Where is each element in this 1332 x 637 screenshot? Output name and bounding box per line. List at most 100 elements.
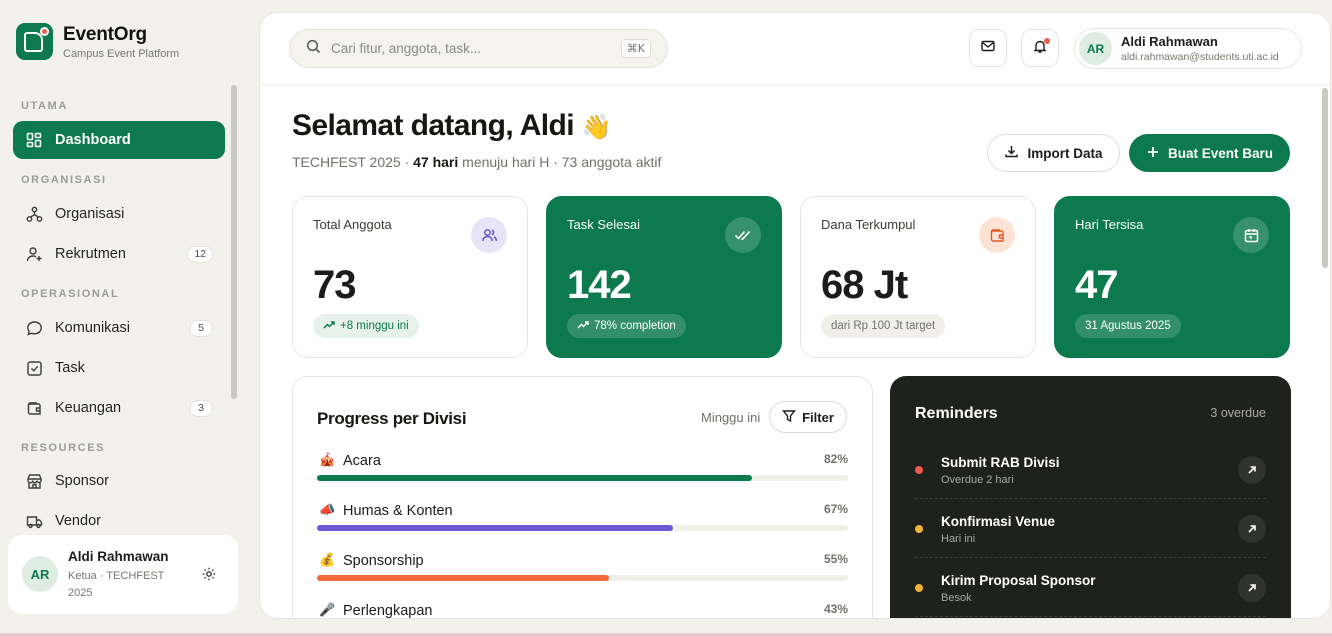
arrow-up-right-icon[interactable] (1238, 515, 1266, 543)
arrow-up-right-icon[interactable] (1238, 574, 1266, 602)
division-name: Humas & Konten (343, 503, 453, 519)
division-percent: 55% (823, 552, 848, 566)
status-dot (915, 466, 923, 474)
progress-row-perlengkapan[interactable]: 🎤 Perlengkapan 43% (317, 599, 848, 619)
stat-card-dana-terkumpul[interactable]: Dana Terkumpul 68 Jt dari Rp 100 Jt targ… (800, 196, 1036, 358)
main-scrollbar[interactable] (1322, 88, 1328, 268)
subtitle-days: 47 hari (413, 154, 459, 170)
wave-emoji: 👋 (581, 113, 612, 141)
store-icon (25, 472, 43, 490)
user-plus-icon (25, 245, 43, 263)
import-label: Import Data (1027, 145, 1103, 161)
sidebar-item-sponsor[interactable]: Sponsor (13, 462, 225, 500)
division-name: Sponsorship (343, 553, 424, 569)
count-badge: 5 (189, 319, 213, 337)
stat-label: Total Anggota (313, 217, 392, 232)
status-dot (915, 525, 923, 533)
chat-icon (25, 319, 43, 337)
filter-label: Filter (802, 409, 834, 425)
reminders-card: Reminders 3 overdue Submit RAB Divisi Ov… (890, 376, 1291, 618)
stat-chip: dari Rp 100 Jt target (821, 314, 946, 338)
division-emoji: 🎤 (319, 603, 336, 618)
sidebar-item-label: Komunikasi (55, 320, 130, 336)
division-emoji: 🎪 (319, 453, 336, 468)
division-name: Perlengkapan (343, 603, 433, 619)
mail-icon (980, 38, 996, 59)
stat-chip: 78% completion (567, 314, 686, 338)
filter-button[interactable]: Filter (769, 401, 847, 433)
division-emoji: 💰 (319, 553, 336, 568)
division-emoji: 📣 (319, 503, 336, 518)
progress-fill (317, 475, 753, 481)
create-event-button[interactable]: Buat Event Baru (1129, 134, 1290, 172)
subtitle-rest: menuju hari H · 73 anggota aktif (458, 154, 662, 170)
notifications-button[interactable] (1021, 29, 1059, 67)
section-label-resources: RESOURCES (21, 442, 106, 454)
stat-label: Dana Terkumpul (821, 217, 916, 232)
section-label-organisasi: ORGANISASI (21, 174, 107, 186)
progress-track (317, 525, 848, 531)
sidebar-item-keuangan[interactable]: Keuangan 3 (13, 389, 225, 427)
reminder-item[interactable]: Submit RAB Divisi Overdue 2 hari (915, 440, 1266, 499)
sidebar-item-rekrutmen[interactable]: Rekrutmen 12 (13, 235, 225, 273)
import-data-button[interactable]: Import Data (987, 134, 1120, 172)
reminder-item[interactable]: Kirim Proposal Sponsor Besok (915, 558, 1266, 617)
sidebar-item-dashboard[interactable]: Dashboard (13, 121, 225, 159)
stat-card-hari-tersisa[interactable]: Hari Tersisa 47 31 Agustus 2025 (1054, 196, 1290, 358)
count-badge: 3 (189, 399, 213, 417)
sidebar-item-label: Task (55, 360, 85, 376)
truck-icon (25, 512, 43, 530)
sidebar-item-organisasi[interactable]: Organisasi (13, 195, 225, 233)
stat-card-total-anggota[interactable]: Total Anggota 73 +8 minggu ini (292, 196, 528, 358)
reminder-due: Besok (941, 592, 972, 604)
subtitle-event: TECHFEST 2025 · (292, 154, 414, 170)
division-percent: 43% (823, 602, 848, 616)
sidebar-item-komunikasi[interactable]: Komunikasi 5 (13, 309, 225, 347)
dashboard-icon (25, 131, 43, 149)
progress-fill (317, 525, 673, 531)
reminders-title: Reminders (915, 405, 998, 422)
section-label-operasional: OPERASIONAL (21, 288, 120, 300)
stat-value: 142 (567, 263, 632, 307)
sidebar-item-label: Sponsor (55, 473, 110, 489)
progress-row-acara[interactable]: 🎪 Acara 82% (317, 449, 848, 489)
search-input[interactable] (331, 41, 621, 56)
division-name: Acara (343, 453, 381, 469)
shortcut-hint: ⌘K (620, 39, 651, 58)
avatar: AR (1079, 32, 1112, 65)
calendar-icon (1233, 217, 1269, 253)
messages-button[interactable] (969, 29, 1007, 67)
arrow-up-right-icon[interactable] (1238, 456, 1266, 484)
avatar: AR (22, 556, 58, 592)
sidebar-item-label: Organisasi (55, 206, 125, 222)
progress-row-humas[interactable]: 📣 Humas & Konten 67% (317, 499, 848, 539)
progress-row-sponsorship[interactable]: 💰 Sponsorship 55% (317, 549, 848, 589)
org-chart-icon (25, 205, 43, 223)
search-bar[interactable]: ⌘K (289, 29, 668, 68)
progress-track (317, 575, 848, 581)
progress-title: Progress per Divisi (317, 409, 467, 428)
sidebar-item-task[interactable]: Task (13, 349, 225, 387)
filter-icon (782, 409, 797, 426)
stat-chip-text: 78% completion (594, 320, 676, 332)
stat-label: Task Selesai (567, 217, 640, 232)
progress-fill (317, 575, 610, 581)
reminder-item[interactable]: Konfirmasi Venue Hari ini (915, 499, 1266, 558)
stat-label: Hari Tersisa (1075, 217, 1144, 232)
notification-dot (1044, 38, 1050, 44)
wallet-icon (25, 399, 43, 417)
sidebar-user-card[interactable]: AR Aldi Rahmawan Ketua · TECHFEST 2025 (8, 535, 238, 614)
count-badge: 12 (187, 245, 213, 263)
brand[interactable]: EventOrg Campus Event Platform (16, 23, 179, 60)
division-percent: 82% (823, 452, 848, 466)
profile-menu[interactable]: AR Aldi Rahmawan aldi.rahmawan@students.… (1074, 28, 1302, 69)
sidebar: EventOrg Campus Event Platform UTAMA Das… (0, 0, 248, 637)
stat-card-task-selesai[interactable]: Task Selesai 142 78% completion (546, 196, 782, 358)
progress-card: Progress per Divisi Minggu ini Filter 🎪 … (292, 376, 873, 619)
sidebar-scrollbar[interactable] (231, 85, 237, 399)
stat-chip-text: +8 minggu ini (340, 320, 409, 332)
user-role: Ketua · TECHFEST 2025 (68, 570, 165, 599)
progress-range[interactable]: Minggu ini (701, 410, 760, 425)
reminder-title: Submit RAB Divisi (941, 455, 1060, 470)
gear-icon[interactable] (201, 566, 217, 582)
